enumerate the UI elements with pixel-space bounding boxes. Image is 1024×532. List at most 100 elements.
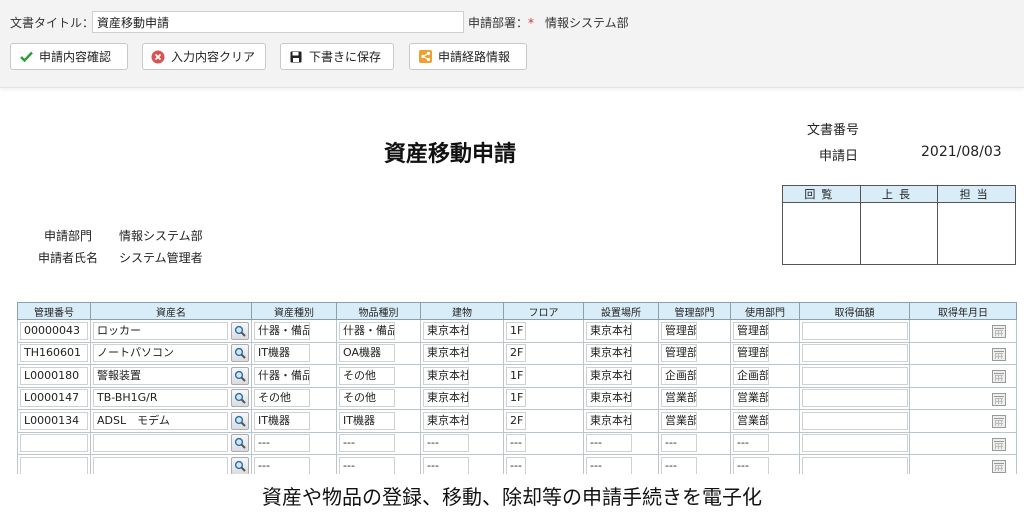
table-field[interactable]: 1F — [506, 389, 526, 408]
table-field[interactable]: 営業部 — [661, 411, 697, 430]
table-field[interactable]: 管理部 — [661, 344, 697, 363]
table-field[interactable]: 東京本社 — [423, 321, 469, 340]
asset-name-field[interactable]: ADSL モデム — [93, 411, 228, 430]
asset-name-field[interactable] — [93, 456, 228, 475]
table-field[interactable]: 2F — [506, 411, 526, 430]
table-field[interactable]: 管理部 — [733, 344, 769, 363]
table-cell: 東京本社 — [420, 409, 504, 433]
approval-cell — [782, 202, 861, 265]
table-field[interactable] — [802, 411, 908, 430]
calendar-icon[interactable] — [992, 415, 1006, 428]
table-field[interactable]: --- — [423, 456, 469, 475]
calendar-icon[interactable] — [992, 460, 1006, 473]
table-field[interactable] — [802, 456, 908, 475]
table-field[interactable]: 1F — [506, 321, 526, 340]
table-field[interactable]: --- — [339, 434, 395, 453]
table-field[interactable]: TH160601 — [20, 344, 88, 363]
table-field[interactable]: 1F — [506, 366, 526, 385]
table-field[interactable]: --- — [506, 434, 526, 453]
calendar-icon[interactable] — [992, 437, 1006, 451]
table-field[interactable]: IT機器 — [254, 344, 310, 363]
table-field[interactable]: --- — [423, 434, 469, 453]
table-field[interactable]: --- — [586, 434, 632, 453]
table-field[interactable]: OA機器 — [339, 344, 395, 363]
table-field[interactable]: --- — [506, 456, 526, 475]
calendar-icon[interactable] — [992, 370, 1006, 383]
save-draft-button[interactable]: 下書きに保存 — [280, 43, 394, 70]
asset-name-field[interactable] — [93, 434, 228, 453]
table-field[interactable]: 東京本社 — [586, 411, 632, 430]
table-cell — [799, 319, 910, 343]
search-icon[interactable] — [231, 366, 249, 385]
table-field[interactable] — [20, 434, 88, 453]
table-field[interactable]: --- — [586, 456, 632, 475]
table-field[interactable] — [802, 344, 908, 363]
table-field[interactable]: 東京本社 — [423, 389, 469, 408]
table-field[interactable]: --- — [254, 456, 310, 475]
table-field[interactable]: 営業部 — [661, 389, 697, 408]
table-field[interactable]: 00000043 — [20, 321, 88, 340]
table-field[interactable]: 企画部 — [733, 366, 769, 385]
table-field[interactable]: 営業部 — [733, 389, 769, 408]
search-icon[interactable] — [231, 434, 249, 453]
route-info-button[interactable]: 申請経路情報 — [409, 43, 527, 70]
table-field[interactable]: 什器・備品 — [254, 321, 310, 340]
table-field[interactable]: --- — [254, 434, 310, 453]
calendar-icon[interactable] — [992, 347, 1006, 361]
doc-title-input[interactable] — [92, 11, 464, 33]
asset-name-field[interactable]: ノートパソコン — [93, 344, 228, 363]
search-icon[interactable] — [231, 321, 249, 340]
table-field[interactable]: L0000147 — [20, 389, 88, 408]
table-cell: 什器・備品 — [251, 319, 337, 343]
table-field[interactable]: IT機器 — [339, 411, 395, 430]
table-field[interactable]: 東京本社 — [423, 344, 469, 363]
calendar-icon[interactable] — [992, 392, 1006, 406]
table-field[interactable]: IT機器 — [254, 411, 310, 430]
table-cell: L0000180 — [17, 364, 91, 388]
table-row: L0000180 警報装置 什器・備品 その他 東京本社 1F 東京本社 企画部 企画部 — [17, 364, 1017, 388]
table-field[interactable]: 東京本社 — [586, 366, 632, 385]
search-icon[interactable] — [231, 389, 249, 408]
table-field[interactable]: L0000180 — [20, 366, 88, 385]
calendar-icon[interactable] — [992, 325, 1006, 338]
table-field[interactable]: 企画部 — [661, 366, 697, 385]
clear-button[interactable]: 入力内容クリア — [142, 43, 266, 70]
asset-name-field[interactable]: TB-BH1G/R — [93, 389, 228, 408]
table-field[interactable] — [802, 321, 908, 340]
table-field[interactable]: 東京本社 — [586, 344, 632, 363]
table-field[interactable] — [802, 366, 908, 385]
search-icon[interactable] — [231, 411, 249, 430]
confirm-button[interactable]: 申請内容確認 — [10, 43, 128, 70]
table-field[interactable]: 什器・備品 — [339, 321, 395, 340]
table-cell — [909, 409, 1017, 433]
table-field[interactable]: --- — [661, 434, 697, 453]
table-field[interactable]: 什器・備品 — [254, 366, 310, 385]
search-icon[interactable] — [231, 456, 249, 475]
check-icon — [19, 50, 33, 64]
table-field[interactable]: --- — [339, 456, 395, 475]
table-field[interactable]: 東京本社 — [423, 366, 469, 385]
table-field[interactable]: L0000134 — [20, 411, 88, 430]
table-field[interactable]: --- — [661, 456, 697, 475]
table-field[interactable]: その他 — [339, 389, 395, 408]
table-field[interactable]: --- — [733, 456, 769, 475]
table-field[interactable] — [20, 456, 88, 475]
table-field[interactable]: 管理部 — [733, 321, 769, 340]
search-icon[interactable] — [231, 344, 249, 363]
asset-name-field[interactable]: ロッカー — [93, 321, 228, 340]
table-field[interactable]: 2F — [506, 344, 526, 363]
approval-header-supervisor: 上長 — [859, 185, 939, 203]
doc-number-label: 文書番号 — [807, 123, 860, 138]
table-field[interactable]: その他 — [339, 366, 395, 385]
table-field[interactable]: 東京本社 — [586, 321, 632, 340]
table-field[interactable]: 東京本社 — [586, 389, 632, 408]
table-field[interactable]: --- — [733, 434, 769, 453]
table-field[interactable] — [802, 434, 908, 453]
asset-name-field[interactable]: 警報装置 — [93, 366, 228, 385]
table-field[interactable]: 管理部 — [661, 321, 697, 340]
table-field[interactable]: その他 — [254, 389, 310, 408]
table-cell: 2F — [503, 341, 584, 365]
table-field[interactable] — [802, 389, 908, 408]
table-field[interactable]: 東京本社 — [423, 411, 469, 430]
table-field[interactable]: 営業部 — [733, 411, 769, 430]
